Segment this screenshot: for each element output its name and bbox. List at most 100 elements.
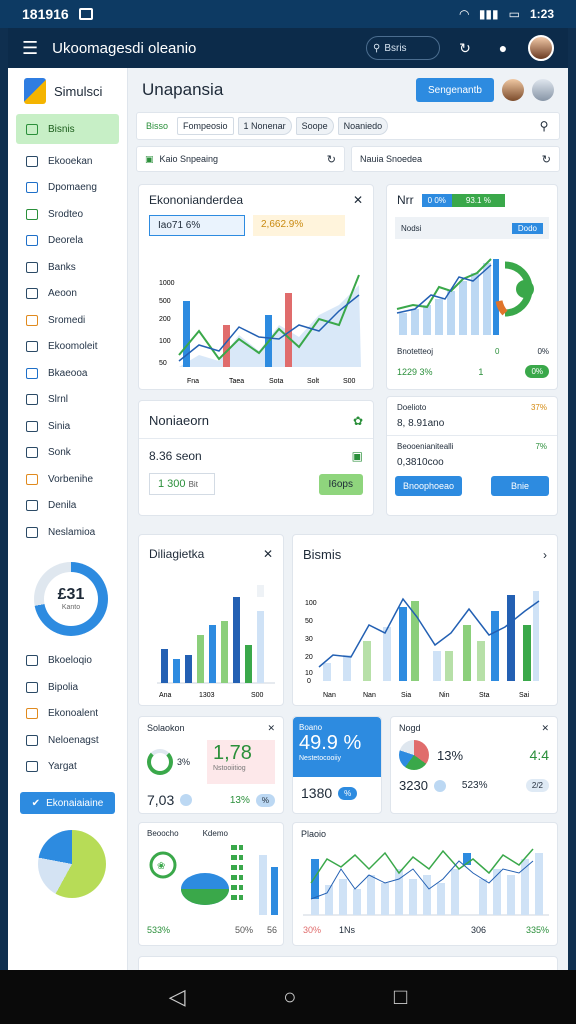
sidebar-item[interactable]: Banks [8, 254, 127, 281]
bar [493, 869, 501, 915]
sidebar-item[interactable]: Denila [8, 493, 127, 520]
user-avatar-2[interactable] [532, 79, 554, 101]
mini3-value: 3230 [399, 778, 428, 793]
sidebar-lower-item-label: Ekonoalent [48, 708, 99, 720]
nav-item-icon [26, 708, 38, 720]
nr-card: Nrr 0 0% 93.1 % Nodsi Dodo Bnotetteoj 0 … [386, 184, 558, 390]
bottom1-p2: 50% [234, 925, 253, 935]
gauge-value: £31 [57, 586, 85, 603]
close-icon[interactable]: ✕ [353, 193, 363, 207]
badge-1: Iao71 6% [149, 215, 245, 236]
chevron-right-icon[interactable]: › [543, 548, 547, 562]
sidebar-item[interactable]: Slrnl [8, 387, 127, 414]
sidebar-item[interactable]: Aeoon [8, 281, 127, 308]
nonie-button[interactable]: I6ops [318, 473, 363, 495]
field-right[interactable]: Nauia Snoedea ↻ [351, 146, 560, 172]
bar [231, 885, 237, 890]
bar [411, 601, 419, 681]
page-header: Unapansia Sengenantb [136, 68, 560, 112]
nonie-footer: 1 300 Bit I6ops [139, 473, 373, 495]
nav-item-icon [26, 420, 38, 432]
refresh-icon[interactable]: ↻ [327, 153, 336, 166]
card-title: Diliagietka [149, 547, 205, 561]
sidebar-item[interactable]: Deorela [8, 228, 127, 255]
sidebar-lower-item[interactable]: Bkoeloqio [8, 648, 127, 675]
sidebar-item[interactable]: Dpomaeng [8, 175, 127, 202]
sidebar-lower-item-label: Bipolia [48, 681, 79, 693]
main-content: Unapansia Sengenantb Bisso Fompeosio 1 N… [136, 68, 560, 970]
nr-row-1: Bnotetteoj 0 0% [397, 347, 549, 356]
nav-item-icon [26, 261, 38, 273]
bar [445, 651, 453, 681]
bottom1-p1: 533% [147, 925, 171, 935]
filter-search-icon[interactable]: ⚲ [533, 119, 555, 133]
sidebar-item[interactable]: Ekoomoleit [8, 334, 127, 361]
sidebar-cta-button[interactable]: ✔ Ekonaiaiaine [20, 792, 115, 814]
bar [523, 625, 531, 681]
sidebar-item[interactable]: Srodteo [8, 201, 127, 228]
sidebar-item[interactable]: Sromedi [8, 307, 127, 334]
sidebar-item[interactable]: Bisnis [16, 114, 119, 144]
search-label: Bsris [384, 42, 407, 54]
card-title: Nrr [397, 193, 414, 207]
close-icon[interactable]: ✕ [541, 723, 549, 734]
bar [491, 611, 499, 681]
back-icon[interactable]: ◁ [169, 984, 186, 1010]
home-icon[interactable]: ○ [283, 984, 296, 1010]
sidebar-lower-item[interactable]: Neloenagst [8, 727, 127, 754]
y-axis-ticks: 1000 500 200 100 50 [159, 280, 175, 367]
sidebar-lower-item[interactable]: Ekonoalent [8, 701, 127, 728]
mini1-pct: 3% [177, 757, 191, 767]
sidebar-lower-item[interactable]: Yargat [8, 754, 127, 781]
sidebar-item[interactable]: Sonk [8, 440, 127, 467]
badge-2: 2,662.9% [253, 215, 345, 236]
refresh-icon[interactable]: ↻ [452, 35, 478, 61]
search-box[interactable]: ⚲ Bsris [366, 36, 440, 60]
sidebar-item-label: Srodteo [48, 208, 84, 220]
sidebar-item-label: Sinia [48, 420, 71, 432]
list-row1-pct: 37% [530, 403, 547, 412]
filter-chip-1[interactable]: Bisso [141, 118, 173, 134]
profile-button[interactable] [528, 35, 554, 61]
close-icon[interactable]: ✕ [263, 547, 273, 561]
filter-chip-4[interactable]: Soope [295, 117, 334, 135]
bar [239, 845, 243, 850]
bar [471, 273, 479, 335]
nav-item-icon [26, 681, 38, 693]
sidebar-item[interactable]: Neslamioa [8, 519, 127, 546]
field-left[interactable]: ▣ Kaio Snpeaing ↻ [136, 146, 345, 172]
sidebar-lower-item[interactable]: Bipolia [8, 674, 127, 701]
bar [447, 291, 455, 335]
refresh-icon[interactable]: ↻ [542, 153, 551, 166]
menu-icon[interactable]: ☰ [22, 38, 38, 59]
bar [233, 597, 240, 683]
header-button[interactable]: Sengenantb [416, 78, 494, 102]
field-right-label: Nauia Snoedea [360, 154, 423, 164]
status-time: 181916 [22, 6, 69, 22]
bar [161, 649, 168, 683]
sidebar-item[interactable]: Sinia [8, 413, 127, 440]
sidebar-item[interactable]: Bkaeooa [8, 360, 127, 387]
list-button-1[interactable]: Bnoophoeao [395, 476, 463, 496]
nr-row1-pct: 0% [537, 347, 549, 356]
mini2-big: 49.9 % [299, 732, 362, 754]
sidebar-item[interactable]: Vorbenihe [8, 466, 127, 493]
calendar-icon: ▣ [145, 153, 154, 164]
mini1-gauge-icon [147, 749, 173, 775]
settings-icon[interactable]: ✿ [353, 414, 363, 428]
sidebar-item-label: Bisnis [48, 123, 75, 135]
recents-icon[interactable]: □ [394, 984, 407, 1010]
sidebar-item-label: Bkaeooa [48, 367, 88, 379]
y-tick: 200 [159, 316, 171, 323]
sidebar-item[interactable]: Ekooekan [8, 148, 127, 175]
filter-chip-2[interactable]: Fompeosio [177, 117, 234, 135]
filter-chip-5[interactable]: Noaniedo [337, 117, 389, 135]
list-button-2[interactable]: Bnie [490, 476, 549, 496]
card-header: Noniaeorn ✿ [139, 401, 373, 428]
close-icon[interactable]: ✕ [267, 723, 275, 734]
user-avatar[interactable] [502, 79, 524, 101]
list-buttons: Bnoophoeao Bnie [387, 468, 557, 504]
sidebar-item-label: Slrnl [48, 394, 69, 406]
notifications-icon[interactable]: ● [490, 35, 516, 61]
filter-chip-3[interactable]: 1 Nonenar [237, 117, 292, 135]
